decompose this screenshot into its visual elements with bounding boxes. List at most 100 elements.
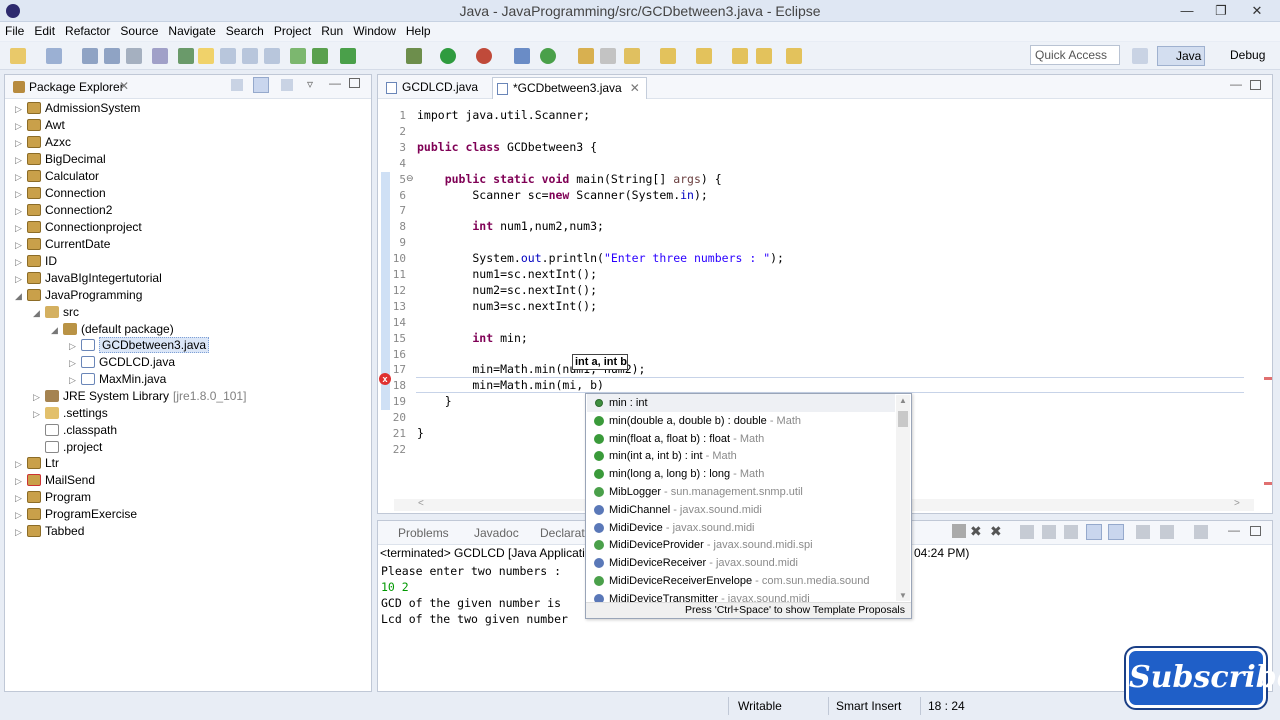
remove-all-icon[interactable]: ✖ (990, 523, 1002, 540)
expand-arrow-icon[interactable]: ▷ (15, 507, 27, 524)
expand-arrow-icon[interactable]: ▷ (15, 254, 27, 271)
tree-item-project-ltr[interactable]: ▷ Ltr (15, 455, 59, 472)
tab-declaration[interactable]: Declarat (540, 526, 585, 540)
open-console-icon[interactable] (1194, 525, 1208, 539)
code-line[interactable]: public static void main(String[] args) { (417, 172, 722, 186)
tree-item-file-gcdbetween3[interactable]: ▷ GCDbetween3.java (69, 337, 210, 354)
perspective-java-button[interactable]: Java (1157, 46, 1205, 66)
expand-arrow-icon[interactable]: ▷ (15, 118, 27, 135)
clear-console-icon[interactable] (1020, 525, 1034, 539)
remove-launch-icon[interactable]: ✖ (970, 523, 982, 540)
expand-arrow-icon[interactable]: ▷ (15, 490, 27, 507)
scroll-lock-icon[interactable] (1042, 525, 1056, 539)
code-line[interactable]: int min; (417, 331, 527, 345)
last-edit-icon[interactable] (732, 48, 748, 64)
menu-run[interactable]: Run (316, 22, 348, 41)
fold-icon[interactable]: ⊖ (406, 173, 414, 184)
toggle-mark-icon[interactable] (198, 48, 214, 64)
expand-arrow-icon[interactable]: ▷ (15, 524, 27, 541)
tree-item-file-maxmin[interactable]: ▷ MaxMin.java (69, 371, 166, 388)
show-stdout-icon[interactable] (1086, 524, 1102, 540)
assist-item[interactable]: MidiDeviceReceiverEnvelope - com.sun.med… (587, 572, 895, 590)
tree-item-project-calculator[interactable]: ▷ Calculator (15, 168, 99, 185)
open-task-icon[interactable] (600, 48, 616, 64)
view-menu-icon[interactable]: ▿ (307, 77, 313, 91)
tree-item-folder-settings[interactable]: ▷ .settings (33, 405, 108, 422)
tree-item-file-classpath[interactable]: .classpath (33, 422, 117, 439)
code-line[interactable]: int num1,num2,num3; (417, 219, 604, 233)
terminate-icon[interactable] (952, 524, 966, 538)
tree-item-default-package[interactable]: ◢ (default package) (51, 321, 174, 338)
new-class-icon[interactable] (46, 48, 62, 64)
expand-arrow-icon[interactable]: ▷ (33, 406, 45, 423)
save-icon[interactable] (82, 48, 98, 64)
restore-button[interactable]: ❐ (1204, 1, 1238, 21)
show-stderr-icon[interactable] (1108, 524, 1124, 540)
tab-gcdlcd[interactable]: GCDLCD.java (382, 77, 484, 99)
tree-item-project-admissionsystem[interactable]: ▷ AdmissionSystem (15, 100, 140, 117)
filter-icon[interactable] (281, 79, 293, 91)
expand-arrow-icon[interactable]: ▷ (15, 220, 27, 237)
skip-breakpoints-icon[interactable] (290, 48, 306, 64)
open-perspective-icon[interactable] (1132, 48, 1148, 64)
menu-window[interactable]: Window (348, 22, 401, 41)
assist-item[interactable]: MidiDevice - javax.sound.midi (587, 519, 895, 537)
menu-help[interactable]: Help (401, 22, 436, 41)
open-type-icon[interactable] (578, 48, 594, 64)
expand-arrow-icon[interactable]: ▷ (15, 473, 27, 490)
tree-item-jre-system-library[interactable]: ▷ JRE System Library [jre1.8.0_101] (33, 388, 246, 405)
assist-item[interactable]: MibLogger - sun.management.snmp.util (587, 483, 895, 501)
code-line[interactable]: Scanner sc=new Scanner(System.in); (417, 188, 707, 202)
code-line[interactable]: } (417, 394, 452, 408)
tree-item-file-gcdlcd[interactable]: ▷ GCDLCD.java (69, 354, 175, 371)
collapse-arrow-icon[interactable]: ◢ (15, 288, 27, 305)
tree-item-project-programexercise[interactable]: ▷ ProgramExercise (15, 506, 137, 523)
menu-navigate[interactable]: Navigate (163, 22, 220, 41)
assist-item[interactable]: MidiChannel - javax.sound.midi (587, 501, 895, 519)
minimize-view-icon[interactable]: — (329, 76, 341, 90)
word-wrap-icon[interactable] (1064, 525, 1078, 539)
maximize-console-icon[interactable] (1250, 526, 1261, 536)
tree-item-project-program[interactable]: ▷ Program (15, 489, 91, 506)
show-whitespace-icon[interactable] (242, 48, 258, 64)
menu-project[interactable]: Project (269, 22, 316, 41)
scroll-up-icon[interactable]: ▲ (899, 396, 907, 405)
task-icon[interactable] (340, 48, 356, 64)
external-tools-icon[interactable] (476, 48, 492, 64)
tree-item-project-tabbed[interactable]: ▷ Tabbed (15, 523, 84, 540)
print-icon[interactable] (126, 48, 142, 64)
menu-search[interactable]: Search (221, 22, 269, 41)
build-icon[interactable] (312, 48, 328, 64)
tree-item-project-javabigintegertutorial[interactable]: ▷ JavaBIgIntegertutorial (15, 270, 162, 287)
collapse-arrow-icon[interactable]: ◢ (33, 305, 45, 322)
assist-item[interactable]: min(double a, double b) : double - Math (587, 412, 895, 430)
expand-arrow-icon[interactable]: ▷ (15, 456, 27, 473)
pin-console-icon[interactable] (1136, 525, 1150, 539)
assist-item[interactable]: min(int a, int b) : int - Math (587, 447, 895, 465)
subscribe-badge[interactable]: Subscribe (1126, 648, 1280, 708)
error-icon[interactable]: x (379, 373, 391, 385)
search-icon[interactable] (178, 48, 194, 64)
tab-problems[interactable]: Problems (398, 526, 449, 540)
collapse-arrow-icon[interactable]: ◢ (51, 322, 63, 339)
code-line[interactable]: System.out.println("Enter three numbers … (417, 251, 784, 265)
maximize-view-icon[interactable] (349, 78, 360, 88)
close-window-button[interactable]: ✕ (1240, 1, 1274, 21)
menu-source[interactable]: Source (115, 22, 163, 41)
expand-arrow-icon[interactable]: ▷ (15, 271, 27, 288)
tree-item-project-connection2[interactable]: ▷ Connection2 (15, 202, 112, 219)
assist-item[interactable]: MidiDeviceProvider - javax.sound.midi.sp… (587, 536, 895, 554)
assist-item[interactable]: min(float a, float b) : float - Math (587, 430, 895, 448)
collapse-all-icon[interactable] (231, 79, 243, 91)
search-file-icon[interactable] (624, 48, 640, 64)
expand-arrow-icon[interactable]: ▷ (15, 237, 27, 254)
expand-arrow-icon[interactable]: ▷ (69, 355, 81, 372)
paragraph-icon[interactable] (264, 48, 280, 64)
display-console-icon[interactable] (1160, 525, 1174, 539)
minimize-console-icon[interactable]: — (1228, 523, 1240, 537)
new-icon[interactable] (10, 48, 26, 64)
expand-arrow-icon[interactable]: ▷ (15, 101, 27, 118)
block-select-icon[interactable] (220, 48, 236, 64)
perspective-debug-button[interactable]: Debug (1212, 46, 1268, 66)
expand-arrow-icon[interactable]: ▷ (15, 203, 27, 220)
